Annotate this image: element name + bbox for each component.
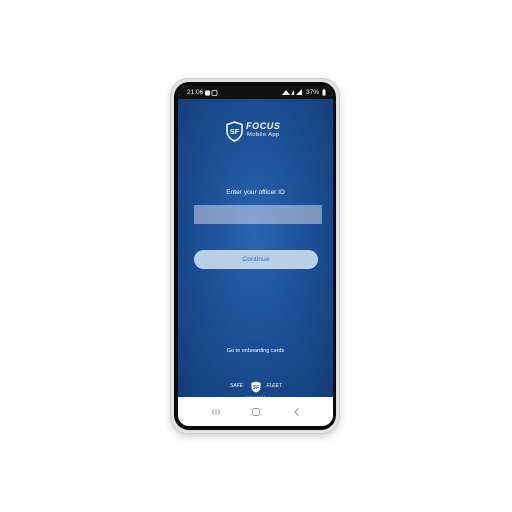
battery-icon <box>322 89 326 96</box>
shield-logo-icon: SF <box>226 121 243 142</box>
status-right: 37% <box>281 86 326 99</box>
recents-icon[interactable] <box>211 407 221 417</box>
svg-text:SF: SF <box>230 127 240 136</box>
brand-left: SAFE <box>230 383 244 389</box>
officer-id-prompt: Enter your officer ID <box>226 189 285 196</box>
phone-screen: 21:06 37% SF FOCUS Mobile App Enter your… <box>178 86 333 426</box>
brand-right: FLEET <box>266 383 282 389</box>
focus-logo: SF FOCUS Mobile App <box>226 121 288 143</box>
logo-subtitle: Mobile App <box>247 132 280 138</box>
status-time: 21:06 <box>187 89 204 96</box>
logo-title: FOCUS <box>246 121 281 131</box>
status-bar: 21:06 37% <box>178 86 333 99</box>
login-screen: SF FOCUS Mobile App Enter your officer I… <box>178 99 333 399</box>
continue-button[interactable]: Continue <box>194 250 318 269</box>
safe-fleet-shield-icon: SF <box>251 381 261 393</box>
home-icon[interactable] <box>251 407 261 417</box>
notification-icon <box>205 90 210 96</box>
safe-fleet-logo: SAFE SF FLEET <box>230 381 282 393</box>
svg-text:SF: SF <box>253 385 260 391</box>
battery-percent: 37% <box>305 89 319 96</box>
back-icon[interactable] <box>292 407 302 417</box>
officer-id-input[interactable] <box>194 205 322 224</box>
signal-icons <box>281 89 302 95</box>
message-icon <box>211 90 218 96</box>
navigation-bar <box>178 397 333 426</box>
onboarding-link[interactable]: Go to onboarding cards <box>178 348 333 354</box>
